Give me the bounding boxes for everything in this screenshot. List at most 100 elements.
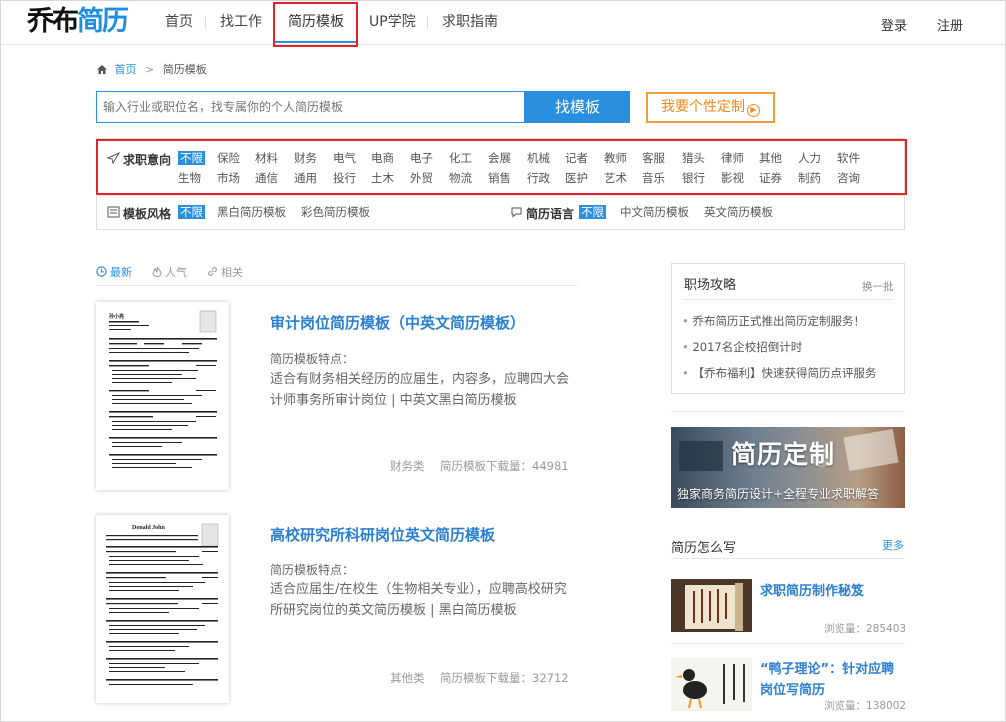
career-tips-title: 职场攻略 (684, 278, 737, 293)
intent-option[interactable]: 记者 (565, 151, 588, 165)
lang-option-english[interactable]: 英文简历模板 (704, 205, 773, 219)
tab-popular-label: 人气 (165, 266, 187, 279)
template-description: 适合有财务相关经历的应届生，内容多，应聘四大会计师事务所审计岗位 | 中英文黑白… (270, 372, 570, 408)
intent-option[interactable]: 医护 (565, 171, 588, 185)
template-thumbnail[interactable]: Donald John (96, 515, 229, 703)
intent-option[interactable]: 音乐 (642, 171, 665, 185)
intent-option[interactable]: 土木 (371, 171, 394, 185)
style-option-any[interactable]: 不限 (178, 205, 205, 219)
intent-option[interactable]: 电子 (410, 151, 433, 165)
intent-option[interactable]: 通用 (294, 171, 317, 185)
tips-divider (684, 299, 892, 300)
tip-item[interactable]: • 乔布简历正式推出简历定制服务！ (682, 313, 865, 329)
intent-option[interactable]: 猎头 (682, 151, 705, 165)
tab-related[interactable]: 相关 (207, 264, 243, 280)
intent-option[interactable]: 行政 (527, 171, 550, 185)
tabs-divider (96, 285, 577, 286)
article-thumbnail[interactable] (671, 658, 752, 711)
intent-option[interactable]: 物流 (449, 171, 472, 185)
custom-design-button[interactable]: 我要个性定制 ▶ (646, 92, 775, 123)
custom-resume-banner[interactable]: 简历定制 独家商务简历设计+全程专业求职解答 (671, 427, 905, 508)
nav-jobs[interactable]: 找工作 (220, 13, 262, 31)
refresh-tips-link[interactable]: 换一批 (862, 279, 894, 294)
template-style-icon (107, 206, 120, 218)
intent-option[interactable]: 艺术 (604, 171, 627, 185)
nav-up-academy[interactable]: UP学院 (369, 13, 416, 31)
breadcrumb: 首页 > 简历模板 (97, 61, 207, 77)
intent-option[interactable]: 其他 (759, 151, 782, 165)
intent-label: 求职意向 (123, 153, 172, 167)
intent-option[interactable]: 保险 (217, 151, 240, 165)
link-icon (208, 267, 217, 276)
lang-option-any[interactable]: 不限 (579, 205, 606, 219)
search-button[interactable]: 找模板 (525, 91, 630, 123)
template-category[interactable]: 财务类 (390, 458, 425, 474)
breadcrumb-current: 简历模板 (162, 63, 207, 76)
flame-icon (152, 266, 162, 278)
article-thumbnail[interactable] (671, 579, 752, 632)
article-views: 浏览量：138002 (824, 700, 907, 712)
breadcrumb-home[interactable]: 首页 (115, 63, 137, 76)
tip-item[interactable]: • 2017名企校招倒计时 (682, 339, 802, 355)
bullet-icon: • (682, 314, 689, 328)
register-link[interactable]: 注册 (937, 15, 963, 34)
nav-home[interactable]: 首页 (165, 13, 193, 31)
template-category[interactable]: 其他类 (390, 670, 425, 686)
intent-option[interactable]: 生物 (178, 171, 201, 185)
intent-option[interactable]: 投行 (333, 171, 356, 185)
tab-latest-label: 最新 (110, 266, 132, 279)
intent-option[interactable]: 软件 (837, 151, 860, 165)
intent-option[interactable]: 咨询 (837, 171, 860, 185)
intent-option[interactable]: 外贸 (410, 171, 433, 185)
nav-job-guide[interactable]: 求职指南 (442, 13, 498, 31)
intent-option[interactable]: 市场 (217, 171, 240, 185)
more-articles-link[interactable]: 更多 (882, 537, 904, 553)
tip-item[interactable]: • 【乔布福利】快速获得简历点评服务 (682, 365, 876, 381)
intent-option[interactable]: 不限 (178, 151, 205, 165)
template-downloads: 简历模板下载量：44981 (440, 459, 569, 473)
logo[interactable]: 乔布简历 (27, 6, 129, 37)
intent-option[interactable]: 电气 (333, 151, 356, 165)
chat-icon (511, 207, 522, 218)
intent-option[interactable]: 影视 (721, 171, 744, 185)
how-to-write-title: 简历怎么写 (671, 541, 737, 556)
intent-option[interactable]: 教师 (604, 151, 627, 165)
template-title[interactable]: 高校研究所科研岗位英文简历模板 (270, 524, 495, 545)
intent-option[interactable]: 化工 (449, 151, 472, 165)
intent-option[interactable]: 通信 (255, 171, 278, 185)
tip-item-label: 乔布简历正式推出简历定制服务！ (692, 314, 865, 328)
language-label: 简历语言 (526, 207, 575, 221)
search-input[interactable] (96, 91, 525, 123)
how-divider (671, 558, 905, 559)
style-label: 模板风格 (123, 207, 172, 221)
intent-option[interactable]: 人力 (798, 151, 821, 165)
send-icon (107, 152, 120, 164)
style-option-bw[interactable]: 黑白简历模板 (217, 205, 286, 219)
login-link[interactable]: 登录 (881, 15, 907, 34)
logo-text: 乔布 (27, 6, 79, 37)
top-nav: 乔布简历 首页 找工作 简历模板 UP学院 求职指南 登录 注册 (1, 1, 1005, 45)
intent-option[interactable]: 律师 (721, 151, 744, 165)
lang-option-chinese[interactable]: 中文简历模板 (620, 205, 689, 219)
template-thumbnail[interactable]: 孙小亮 (96, 302, 229, 490)
intent-option[interactable]: 电商 (371, 151, 394, 165)
intent-option[interactable]: 机械 (527, 151, 550, 165)
intent-option[interactable]: 材料 (255, 151, 278, 165)
style-option-color[interactable]: 彩色简历模板 (301, 205, 370, 219)
tab-popular[interactable]: 人气 (152, 264, 187, 280)
tab-latest[interactable]: 最新 (96, 264, 132, 280)
intent-option[interactable]: 销售 (488, 171, 511, 185)
article-title[interactable]: 求职简历制作秘笈 (760, 581, 864, 602)
intent-option[interactable]: 银行 (682, 171, 705, 185)
intent-option[interactable]: 制药 (798, 171, 821, 185)
intent-option[interactable]: 会展 (488, 151, 511, 165)
intent-option[interactable]: 客服 (642, 151, 665, 165)
intent-option[interactable]: 财务 (294, 151, 317, 165)
article-title[interactable]: “鸭子理论”：针对应聘岗位写简历 (760, 659, 900, 701)
bullet-icon: • (682, 340, 689, 354)
nav-divider (205, 16, 206, 29)
template-features-label: 简历模板特点： (270, 352, 355, 366)
sidebar-divider (671, 411, 905, 412)
intent-option[interactable]: 证券 (759, 171, 782, 185)
template-title[interactable]: 审计岗位简历模板（中英文简历模板） (270, 312, 525, 333)
